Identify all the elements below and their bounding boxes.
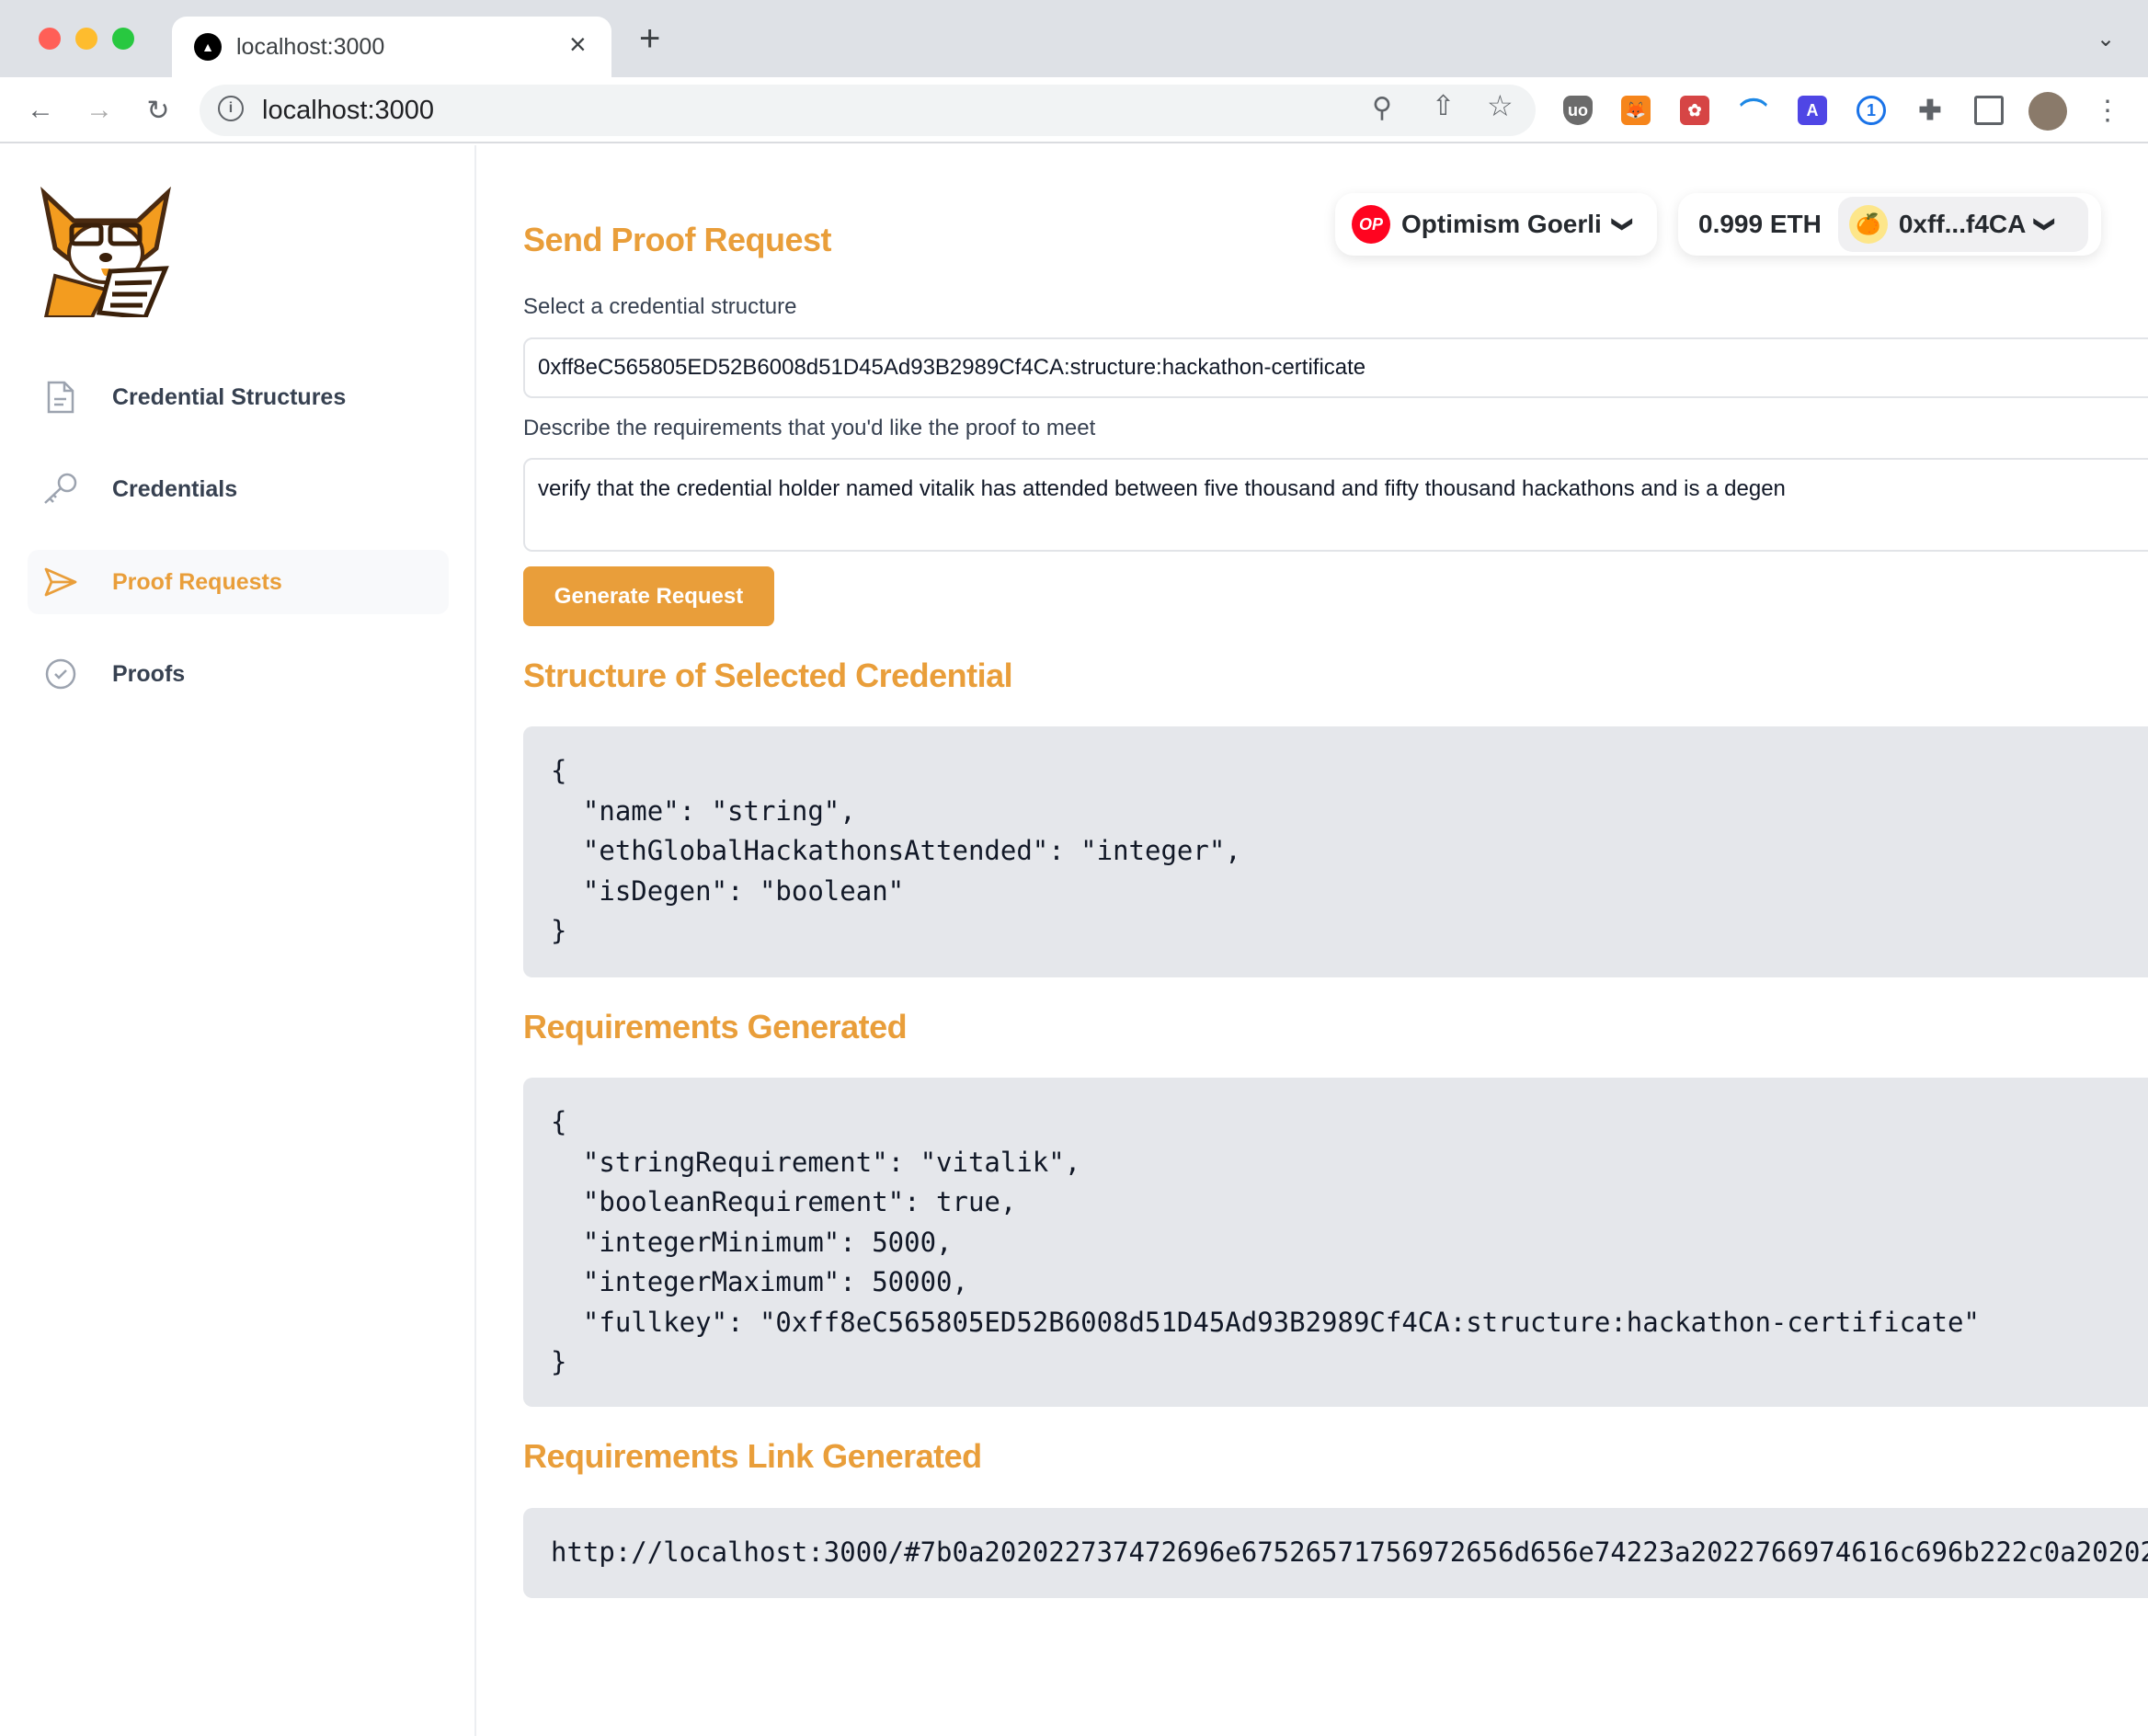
favicon-icon: ▲ [194, 33, 222, 61]
onepassword-icon[interactable]: 1 [1857, 96, 1886, 125]
sidebar-item-label: Credentials [112, 475, 238, 502]
tab-bar: ▲ localhost:3000 × + ⌄ [0, 0, 2148, 77]
requirements-link[interactable]: http://localhost:3000/#7b0a2020227374726… [551, 1533, 2148, 1573]
zoom-icon[interactable]: ⚲ [1372, 92, 1392, 124]
share-icon[interactable]: ⇧ [1432, 90, 1455, 122]
account-avatar-icon: 🍊 [1848, 205, 1888, 244]
code-line: { [551, 1106, 567, 1137]
menu-kebab-icon[interactable]: ⋮ [2089, 92, 2126, 129]
metamask-icon[interactable]: 🦊 [1621, 96, 1651, 125]
code-line: "isDegen": "boolean" [551, 874, 905, 907]
account-pill[interactable]: 0.999 ETH 🍊 0xff...f4CA ❯ [1678, 193, 2101, 256]
sidebar-item-label: Credential Structures [112, 383, 347, 410]
minimize-window-button[interactable] [75, 28, 97, 50]
code-line: "integerMaximum": 50000, [551, 1266, 968, 1297]
optimism-badge-icon: OP [1352, 205, 1390, 244]
structure-code-block: { "name": "string", "ethGlobalHackathons… [523, 726, 2148, 977]
arc-icon[interactable]: ⌒ [1739, 96, 1768, 129]
maximize-window-button[interactable] [112, 28, 134, 50]
account-address: 0xff...f4CA [1898, 210, 2027, 238]
extension-icon[interactable]: ✿ [1680, 96, 1709, 125]
sidebar-item-label: Proofs [112, 660, 186, 687]
balance: 0.999 ETH [1698, 210, 1822, 238]
code-line: { [551, 755, 567, 786]
sidepanel-icon[interactable] [1974, 96, 2004, 125]
chevron-down-icon: ❯ [2034, 215, 2058, 234]
requirements-textarea[interactable]: verify that the credential holder named … [523, 458, 2148, 552]
sidebar-item-credential-structures[interactable]: Credential Structures [28, 365, 449, 429]
tab-title: localhost:3000 [236, 34, 385, 60]
code-line: "integerMinimum": 5000, [551, 1226, 953, 1258]
network-selector[interactable]: OP Optimism Goerli ❯ [1335, 193, 1657, 256]
network-name: Optimism Goerli [1401, 210, 1602, 238]
close-tab-icon[interactable]: × [569, 28, 587, 62]
code-line: "name": "string", [551, 794, 856, 827]
tab-search-chevron-icon[interactable]: ⌄ [2097, 26, 2115, 52]
link-heading: Requirements Link Generated [523, 1437, 982, 1475]
requirements-label: Describe the requirements that you'd lik… [523, 416, 1096, 440]
requirements-code-block: { "stringRequirement": "vitalik", "boole… [523, 1078, 2148, 1407]
reload-icon[interactable]: ↻ [140, 92, 177, 129]
link-code-block: http://localhost:3000/#7b0a2020227374726… [523, 1508, 2148, 1598]
generate-request-button[interactable]: Generate Request [523, 566, 774, 626]
profile-avatar[interactable] [2028, 92, 2067, 131]
site-info-icon[interactable]: i [218, 96, 244, 121]
sidebar-item-proofs[interactable]: Proofs [28, 642, 449, 706]
structure-label: Select a credential structure [523, 294, 797, 319]
code-line: } [551, 1346, 567, 1377]
new-tab-button[interactable]: + [639, 18, 660, 60]
sidebar-item-credentials[interactable]: Credentials [28, 457, 449, 521]
puzzle-icon[interactable]: ✚ [1915, 96, 1945, 126]
code-line: "ethGlobalHackathonsAttended": "integer"… [551, 835, 1241, 866]
check-circle-icon [40, 657, 81, 691]
send-icon [40, 566, 81, 598]
a-icon[interactable]: A [1798, 96, 1827, 125]
corgi-logo [37, 184, 175, 320]
account-button[interactable]: 🍊 0xff...f4CA ❯ [1837, 197, 2088, 252]
browser-tab[interactable]: ▲ localhost:3000 × [172, 17, 611, 77]
code-line: "fullkey": "0xff8eC565805ED52B6008d51D45… [551, 1306, 1980, 1338]
sidebar-item-label: Proof Requests [112, 568, 282, 595]
ublock-icon[interactable]: uo [1563, 96, 1593, 125]
chevron-down-icon: ❯ [1612, 215, 1636, 234]
code-line: "booleanRequirement": true, [551, 1186, 1017, 1217]
code-line: } [551, 915, 567, 946]
close-window-button[interactable] [39, 28, 61, 50]
code-line: "stringRequirement": "vitalik", [551, 1146, 1081, 1178]
requirements-heading: Requirements Generated [523, 1008, 908, 1045]
structure-heading: Structure of Selected Credential [523, 657, 1013, 694]
sidebar-item-proof-requests[interactable]: Proof Requests [28, 550, 449, 614]
bookmark-star-icon[interactable]: ☆ [1487, 88, 1514, 123]
page-title: Send Proof Request [523, 221, 832, 258]
document-icon [40, 380, 81, 415]
url-text: localhost:3000 [262, 96, 435, 125]
forward-icon[interactable]: → [81, 92, 118, 129]
address-bar[interactable]: i localhost:3000 ⚲ ⇧ ☆ [200, 85, 1536, 136]
key-icon [40, 472, 81, 507]
back-icon[interactable]: ← [22, 92, 59, 129]
credential-structure-select[interactable]: 0xff8eC565805ED52B6008d51D45Ad93B2989Cf4… [523, 337, 2148, 398]
